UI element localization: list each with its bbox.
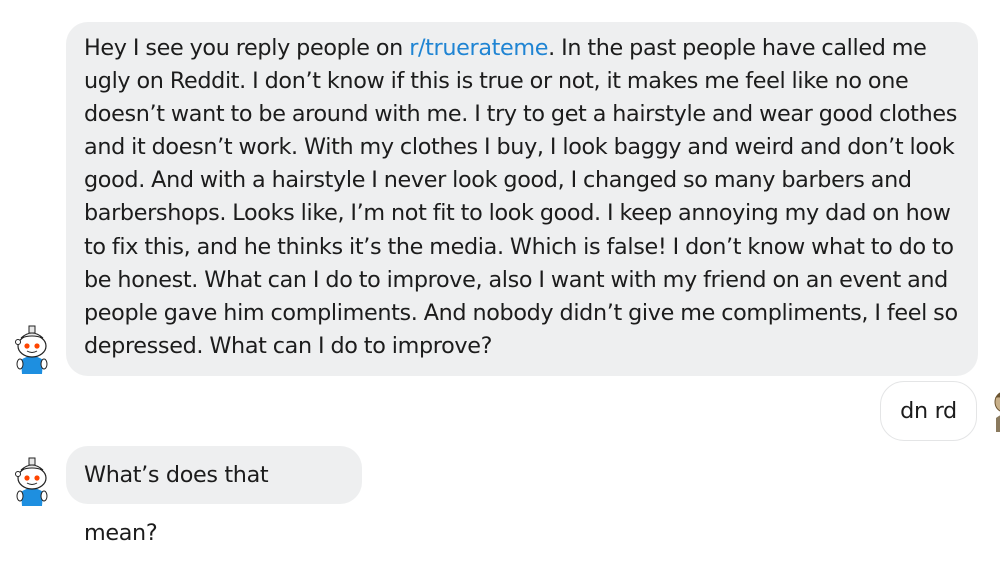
- message-bubble-outgoing: dn rd: [880, 381, 977, 441]
- message-text: What’s does that mean?: [84, 462, 269, 546]
- subreddit-link[interactable]: r/truerateme: [409, 35, 548, 61]
- message-bubble-incoming: Hey I see you reply people on r/truerate…: [66, 22, 978, 376]
- message-text: . In the past people have called me ugly…: [84, 35, 958, 359]
- snoo-avatar-icon[interactable]: [12, 454, 52, 506]
- user-avatar-icon[interactable]: [992, 388, 1000, 432]
- message-bubble-incoming: What’s does that mean?: [66, 446, 362, 546]
- message-text: dn rd: [900, 398, 957, 424]
- message-text: Hey I see you reply people on: [84, 35, 410, 61]
- snoo-avatar-icon[interactable]: [12, 322, 52, 374]
